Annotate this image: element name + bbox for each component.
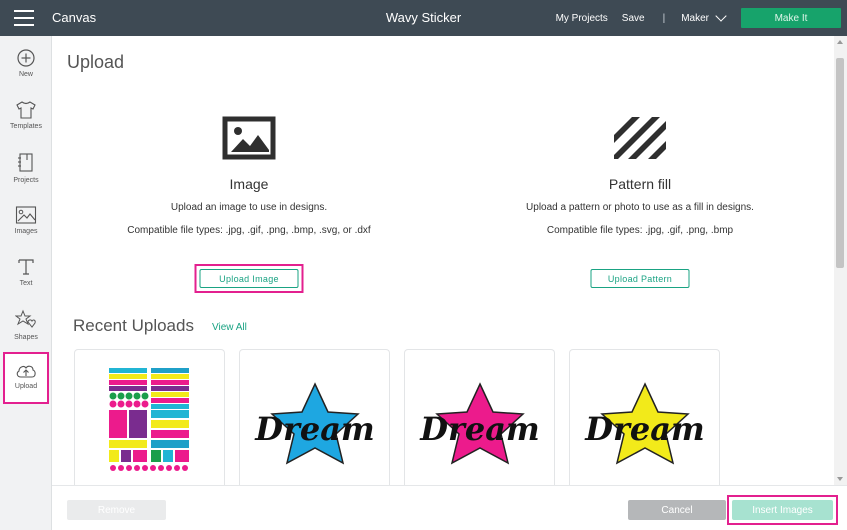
project-title[interactable]: Wavy Sticker	[386, 10, 461, 25]
sidebar-label-new: New	[18, 71, 33, 78]
sidebar-label-shapes: Shapes	[14, 334, 38, 341]
image-card-description: Upload an image to use in designs.	[170, 202, 328, 213]
shapes-icon	[15, 309, 36, 328]
sidebar-label-text: Text	[19, 280, 33, 287]
separator: |	[662, 12, 666, 24]
make-it-button[interactable]: Make It	[741, 8, 841, 28]
sidebar-item-new[interactable]: New	[0, 48, 52, 98]
scroll-up-arrow-icon[interactable]	[837, 40, 843, 44]
sidebar-label-images: Images	[14, 228, 38, 235]
insert-images-highlight: Insert Images	[727, 495, 838, 525]
image-card-file-types: Compatible file types: .jpg, .gif, .png,…	[127, 225, 371, 236]
plus-circle-icon	[17, 49, 35, 67]
upload-panel: Upload Image Upload an image to use in d…	[52, 36, 834, 485]
notebook-icon	[18, 153, 33, 172]
image-icon	[15, 206, 37, 224]
sidebar-item-images[interactable]: Images	[0, 205, 52, 255]
scroll-down-arrow-icon[interactable]	[837, 477, 843, 481]
sidebar-label-projects: Projects	[13, 177, 39, 184]
upload-pattern-button[interactable]: Upload Pattern	[590, 269, 690, 288]
view-all-link[interactable]: View All	[212, 322, 247, 333]
dream-word: Dream	[584, 410, 705, 448]
cloud-upload-icon	[16, 365, 36, 378]
pattern-card-description: Upload a pattern or photo to use as a fi…	[526, 202, 754, 213]
vertical-scrollbar[interactable]	[834, 36, 847, 485]
cancel-button[interactable]: Cancel	[628, 500, 726, 520]
sidebar-item-text[interactable]: Text	[0, 257, 52, 307]
pattern-upload-card: Pattern fill Upload a pattern or photo t…	[445, 116, 835, 288]
sidebar-item-templates[interactable]: Templates	[0, 100, 52, 150]
dream-word: Dream	[419, 410, 540, 448]
page-title: Upload	[67, 52, 125, 72]
footer-bar: Remove Cancel Insert Images	[52, 485, 847, 530]
pattern-stripes-icon	[614, 117, 666, 159]
sidebar-item-upload[interactable]: Upload	[3, 352, 49, 404]
image-card-title: Image	[229, 176, 269, 192]
hamburger-menu-icon[interactable]	[14, 10, 34, 26]
pattern-card-file-types: Compatible file types: .jpg, .gif, .png,…	[546, 225, 734, 236]
image-upload-card: Image Upload an image to use in designs.…	[54, 116, 444, 293]
insert-images-button[interactable]: Insert Images	[732, 500, 833, 520]
my-projects-link[interactable]: My Projects	[556, 13, 608, 24]
recent-upload-thumbnail[interactable]: Dream	[239, 349, 390, 485]
recent-uploads-title: Recent Uploads	[73, 316, 194, 335]
image-icon	[222, 116, 276, 160]
upload-image-button[interactable]: Upload Image	[199, 269, 299, 288]
dream-pink-star-image: Dream	[419, 382, 540, 465]
dream-blue-star-image: Dream	[254, 382, 375, 465]
app-title: Canvas	[52, 10, 97, 25]
machine-select[interactable]: Maker	[681, 13, 709, 24]
text-icon	[18, 259, 34, 275]
remove-button[interactable]: Remove	[67, 500, 166, 520]
save-link[interactable]: Save	[622, 13, 645, 24]
chevron-down-icon[interactable]	[715, 10, 727, 22]
dream-word: Dream	[254, 410, 375, 448]
sidebar-label-templates: Templates	[10, 123, 42, 130]
recent-upload-thumbnail[interactable]: Dream	[569, 349, 720, 485]
sticker-sheet-image	[109, 368, 189, 471]
dream-yellow-star-image: Dream	[584, 382, 705, 465]
shirt-icon	[16, 101, 36, 119]
scrollbar-thumb[interactable]	[836, 58, 844, 268]
left-sidebar: New Templates Projects Images Text Shape…	[0, 36, 52, 530]
recent-upload-thumbnail[interactable]: Dream	[404, 349, 555, 485]
upload-image-highlight: Upload Image	[194, 264, 304, 293]
top-bar: Canvas Wavy Sticker My Projects Save | M…	[0, 0, 847, 36]
recent-upload-thumbnail[interactable]	[74, 349, 225, 485]
sidebar-item-projects[interactable]: Projects	[0, 152, 52, 202]
sidebar-label-upload: Upload	[14, 383, 38, 390]
pattern-card-title: Pattern fill	[608, 176, 672, 192]
